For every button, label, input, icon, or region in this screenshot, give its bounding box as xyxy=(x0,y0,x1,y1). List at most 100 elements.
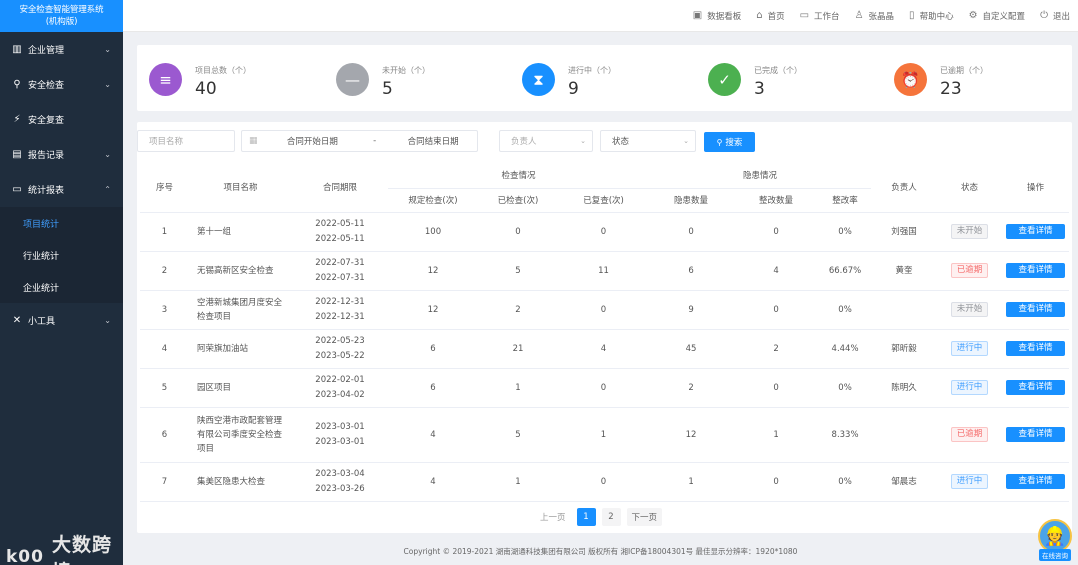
cell-name: 阿荣旗加油站 xyxy=(189,329,292,369)
cell-rate: 0% xyxy=(819,290,872,330)
view-details-button[interactable]: 查看详情 xyxy=(1006,302,1066,317)
table-row: 4 阿荣旗加油站 2022-05-23 2023-05-22 6 21 4 45 2 4.44% 郭… xyxy=(140,329,1070,369)
table-row: 3 空港新城集团月度安全检查项目 2022-12-31 2022-12-31 12 2 0 9… xyxy=(140,290,1070,330)
cell-rate: 0% xyxy=(819,368,872,408)
sidebar-item-2[interactable]: ⚡ 安全复查 xyxy=(0,102,123,137)
prev-page-button[interactable]: 上一页 xyxy=(535,508,571,526)
cell-period: 2022-05-11 2022-05-11 xyxy=(292,212,388,252)
chevron-icon: ⌄ xyxy=(104,45,111,54)
view-details-button[interactable]: 查看详情 xyxy=(1006,341,1066,356)
top-link-5[interactable]: ⚙ 自定义配置 xyxy=(969,10,1025,22)
search-button[interactable]: ⚲ 搜索 xyxy=(704,132,755,152)
cell-start-date: 2022-05-23 xyxy=(315,335,365,346)
cell-start-date: 2022-05-11 xyxy=(315,218,365,229)
status-badge: 进行中 xyxy=(950,380,989,395)
alarm-clock-icon: ⏰ xyxy=(894,63,927,96)
stat-text: 已逾期（个） 23 xyxy=(940,63,988,99)
cell-index: 3 xyxy=(140,290,189,330)
cell-planned: 12 xyxy=(388,290,478,330)
view-details-button[interactable]: 查看详情 xyxy=(1006,427,1066,442)
project-name-input[interactable]: 项目名称 xyxy=(137,130,235,152)
online-help-button[interactable]: 👷 在线咨询 xyxy=(1035,515,1075,561)
cell-rate: 8.33% xyxy=(819,407,872,463)
col-group-hazard: 隐患情况 xyxy=(649,162,872,189)
view-details-button[interactable]: 查看详情 xyxy=(1006,380,1066,395)
cell-checked: 1 xyxy=(478,462,558,502)
view-details-button[interactable]: 查看详情 xyxy=(1006,263,1066,278)
sidebar-item-0[interactable]: ▥ 企业管理 ⌄ xyxy=(0,32,123,67)
top-link-0[interactable]: ▣ 数据看板 xyxy=(693,10,741,22)
next-page-button[interactable]: 下一页 xyxy=(626,508,663,526)
minus-icon: — xyxy=(336,63,369,96)
stat-label: 已完成（个） xyxy=(754,66,802,75)
cell-period: 2022-05-23 2023-05-22 xyxy=(292,329,388,369)
cell-name: 空港新城集团月度安全检查项目 xyxy=(189,290,292,330)
chevron-down-icon: ⌄ xyxy=(683,137,689,145)
sidebar-item-tools[interactable]: ✕ 小工具 ⌄ xyxy=(0,303,123,338)
sidebar-item-3[interactable]: ▤ 报告记录 ⌄ xyxy=(0,137,123,172)
cell-planned: 6 xyxy=(388,368,478,408)
cell-start-date: 2022-12-31 xyxy=(315,296,365,307)
col-planned: 规定检查(次) xyxy=(388,188,478,213)
cell-fixed: 0 xyxy=(733,212,820,252)
chevron-icon: ⌃ xyxy=(104,185,111,194)
stat-value: 23 xyxy=(940,79,962,99)
view-details-button[interactable]: 查看详情 xyxy=(1006,474,1066,489)
sidebar-subitem-2[interactable]: 企业统计 xyxy=(0,271,123,303)
sidebar-item-1[interactable]: ⚲ 安全检查 ⌄ xyxy=(0,67,123,102)
cell-name: 无锡高新区安全检查 xyxy=(189,251,292,291)
cell-planned: 4 xyxy=(388,407,478,463)
status-select[interactable]: 状态 ⌄ xyxy=(600,130,696,152)
cell-end-date: 2023-03-01 xyxy=(315,436,365,447)
stat-label: 已逾期（个） xyxy=(940,66,988,75)
power-icon: ⏻ xyxy=(1040,10,1048,21)
status-badge: 进行中 xyxy=(950,341,989,356)
col-action: 操作 xyxy=(1002,162,1070,213)
col-period: 合同期限 xyxy=(292,162,388,213)
user-icon: ♙ xyxy=(854,10,864,21)
home-icon: ⌂ xyxy=(756,10,763,21)
cell-name: 园区项目 xyxy=(189,368,292,408)
top-link-4[interactable]: ▯ 帮助中心 xyxy=(909,10,954,22)
top-link-1[interactable]: ⌂ 首页 xyxy=(756,10,784,22)
cell-status: 进行中 xyxy=(937,462,1003,502)
stats-card: ≡ 项目总数（个） 40 — 未开始（个） 5 ⧗ 进行中（个） 9 ✓ 已完成（个） 3 ⏰ 已逾期（个… xyxy=(137,45,1072,111)
view-details-button[interactable]: 查看详情 xyxy=(1006,224,1066,239)
calendar-icon: ▦ xyxy=(249,136,258,146)
cell-start-date: 2023-03-01 xyxy=(315,421,365,432)
cell-hazards: 45 xyxy=(649,329,734,369)
sidebar-subitem-0[interactable]: 项目统计 xyxy=(0,207,123,239)
cell-start-date: 2022-07-31 xyxy=(315,257,365,268)
cell-hazards: 1 xyxy=(649,462,734,502)
cell-status: 进行中 xyxy=(937,368,1003,408)
chevron-icon: ⌄ xyxy=(104,150,111,159)
top-link-label: 退出 xyxy=(1052,11,1070,22)
cell-index: 7 xyxy=(140,462,189,502)
cell-end-date: 2023-04-02 xyxy=(315,389,365,400)
top-link-2[interactable]: ▭ 工作台 xyxy=(800,10,840,22)
top-link-6[interactable]: ⏻ 退出 xyxy=(1040,10,1070,22)
page-1-button[interactable]: 1 xyxy=(576,508,596,526)
contract-start-date: 合同开始日期 xyxy=(286,137,338,147)
sidebar: 安全检查智能管理系统 (机构版) ▥ 企业管理 ⌄ ⚲ 安全检查 ⌄ ⚡ 安全复查 ▤ 报告记录 ⌄… xyxy=(0,0,123,565)
cell-owner: 黄奎 xyxy=(871,251,938,291)
brand-title: 安全检查智能管理系统 xyxy=(19,5,104,15)
sidebar-item-4[interactable]: ▭ 统计报表 ⌃ xyxy=(0,172,123,207)
cell-owner xyxy=(871,407,938,463)
cell-rechecked: 0 xyxy=(558,368,650,408)
report-icon: ▤ xyxy=(12,149,22,160)
cell-start-date: 2023-03-04 xyxy=(315,468,365,479)
cell-name: 集美区隐患大检查 xyxy=(189,462,292,502)
cell-planned: 6 xyxy=(388,329,478,369)
sidebar-subitem-1[interactable]: 行业统计 xyxy=(0,239,123,271)
page-2-button[interactable]: 2 xyxy=(601,508,621,526)
col-name: 项目名称 xyxy=(189,162,292,213)
cell-checked: 0 xyxy=(478,212,558,252)
contract-date-range-picker[interactable]: ▦ 合同开始日期 - 合同结束日期 xyxy=(241,130,478,152)
cell-fixed: 4 xyxy=(733,251,820,291)
stat-0: ≡ 项目总数（个） 40 xyxy=(149,63,251,99)
top-link-3[interactable]: ♙ 张晶晶 xyxy=(855,10,894,22)
owner-select[interactable]: 负责人 ⌄ xyxy=(499,130,593,152)
sidebar-item-label: 统计报表 xyxy=(28,186,65,196)
cell-planned: 4 xyxy=(388,462,478,502)
